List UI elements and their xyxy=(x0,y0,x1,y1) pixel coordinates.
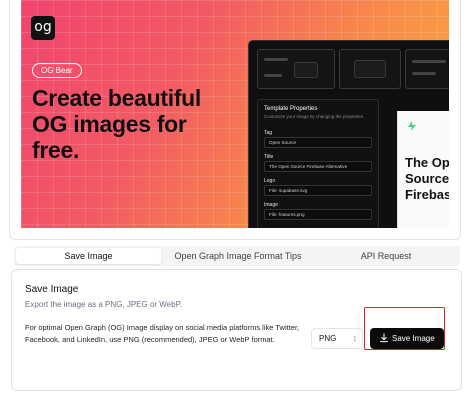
mock-box xyxy=(339,49,401,89)
tab-save-image[interactable]: Save Image xyxy=(16,248,161,264)
supabase-leaf-icon xyxy=(408,121,416,131)
mock-box xyxy=(405,49,449,89)
panel-title: Template Properties xyxy=(264,106,318,112)
field-value: The Open Source Firebase Alternative xyxy=(264,161,372,172)
og-image-preview: og OG Bear Create beautiful OG images fo… xyxy=(21,0,449,228)
og-logo: og xyxy=(31,16,55,40)
field-value: File: supabase.svg xyxy=(264,185,372,196)
save-subtitle: Export the image as a PNG, JPEG or WebP. xyxy=(25,300,183,309)
field-value: File: features.png xyxy=(264,209,372,220)
app-mockup: Template Properties Customize your image… xyxy=(248,40,449,228)
highlight-box xyxy=(364,307,445,350)
mock-box xyxy=(257,49,335,89)
template-properties-panel: Template Properties Customize your image… xyxy=(257,99,379,228)
format-select-value: PNG xyxy=(319,334,337,343)
tab-list: Save Image Open Graph Image Format Tips … xyxy=(14,246,460,266)
headline: Create beautiful OG images for free. xyxy=(32,85,202,163)
field-label: Tag xyxy=(264,130,273,136)
field-label: Image xyxy=(264,202,278,208)
tab-og-format-tips[interactable]: Open Graph Image Format Tips xyxy=(164,248,312,264)
tab-api-request[interactable]: API Request xyxy=(314,248,458,264)
badge: OG Bear xyxy=(32,63,82,78)
panel-subtitle: Customize your image by changing the pro… xyxy=(264,114,365,119)
preview-card-title: The Open Source Firebase xyxy=(405,155,449,202)
save-description: For optimal Open Graph (OG) Image displa… xyxy=(25,323,300,344)
format-select[interactable]: PNG ↕ xyxy=(311,328,363,349)
field-label: Title xyxy=(264,154,274,160)
preview-card: The Open Source Firebase xyxy=(397,111,449,228)
field-value: Open Source xyxy=(264,137,372,148)
field-label: Logo xyxy=(264,178,276,184)
chevron-updown-icon: ↕ xyxy=(352,333,358,343)
save-title: Save Image xyxy=(25,284,79,295)
